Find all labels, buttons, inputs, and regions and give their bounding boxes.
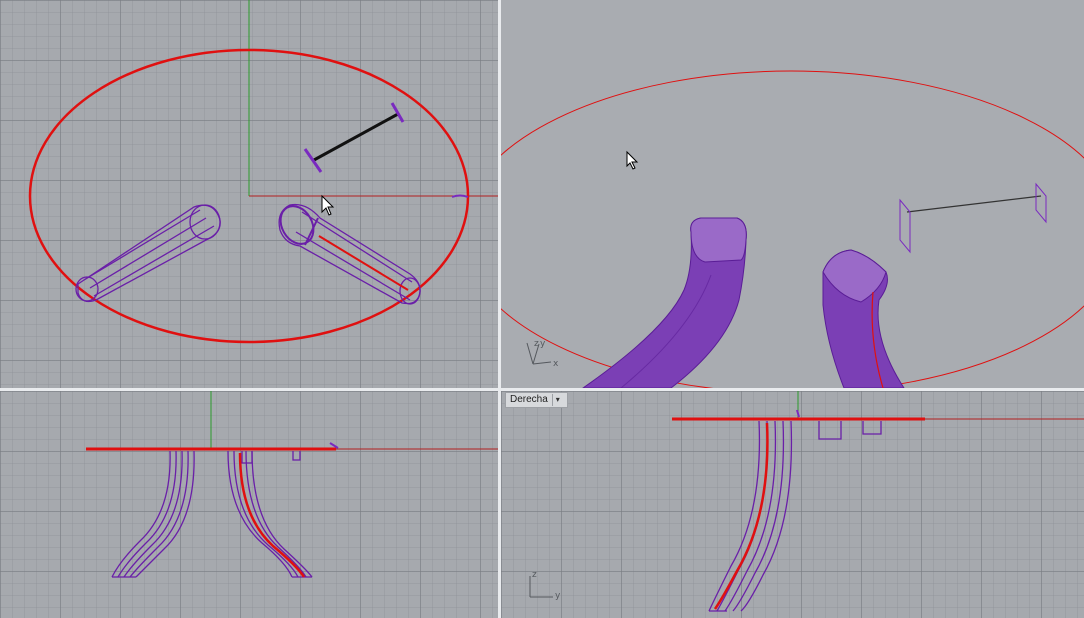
stretcher-line[interactable] [313,112,399,162]
stretcher-end-a [303,148,323,173]
axis-label-y-right: y [555,591,561,601]
perspective-view-canvas[interactable]: z y x [501,0,1084,388]
leg-right-shaded[interactable] [822,249,905,388]
leg-left-wireframe[interactable] [75,204,221,303]
front-view-canvas[interactable] [0,391,498,618]
viewport-top[interactable] [0,0,498,388]
viewport-divider-horizontal[interactable] [0,388,1084,391]
stretcher-plane-a [899,198,911,254]
seam-mark-right [796,409,800,418]
viewport-right[interactable]: z y Derecha ▾ [501,391,1084,618]
rhino-workspace: z y x z y Derecha ▾ [0,0,1084,618]
right-view-canvas[interactable]: z y [501,391,1084,618]
seam-mark-front [329,442,339,449]
axis-label-z-right: z [532,570,537,580]
leg-left-profile-front[interactable] [111,450,195,578]
seam-mark [451,194,469,198]
stretcher-plane-b [1035,182,1047,224]
viewport-title-right[interactable]: Derecha ▾ [505,392,568,408]
viewport-front[interactable] [0,391,498,618]
stretcher-end-b [390,102,405,123]
mouse-cursor-icon-persp [626,150,639,170]
chevron-down-icon[interactable]: ▾ [551,394,563,406]
mouse-cursor-icon [321,194,335,216]
axis-label-y-persp: y [540,339,546,349]
viewport-perspective[interactable]: z y x [501,0,1084,388]
leg-left-shaded[interactable] [582,217,747,388]
viewport-divider-vertical[interactable] [498,0,501,618]
axis-label-x-persp: x [553,359,559,369]
leg-profile-right[interactable] [708,420,882,612]
viewport-title-right-text: Derecha [510,394,548,405]
top-view-canvas[interactable] [0,0,498,388]
axis-label-z-persp: z [534,339,539,349]
stretcher-line-persp[interactable] [906,195,1042,213]
axis-triad-persp [526,342,552,365]
table-top-circle-persp[interactable] [501,70,1084,388]
